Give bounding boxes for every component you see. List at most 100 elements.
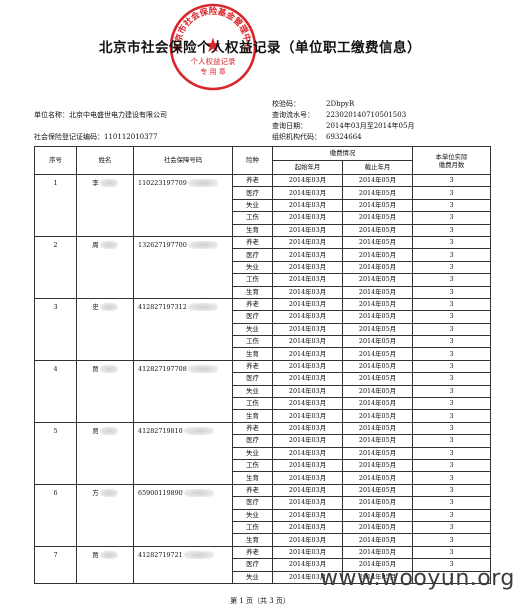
header-months-line2: 缴费月数 bbox=[438, 160, 465, 169]
cell-end: 2014年05月 bbox=[342, 211, 413, 225]
cell-months: 3 bbox=[412, 372, 491, 386]
cell-seq: 2 bbox=[34, 235, 77, 299]
cell-months: 3 bbox=[412, 520, 491, 535]
seal-line-2: 专 用 章 bbox=[200, 67, 225, 76]
cell-months: 3 bbox=[412, 533, 491, 547]
cell-start: 2014年03月 bbox=[272, 533, 343, 547]
org-code-row: 组织机构代码： 69324664 bbox=[272, 133, 362, 142]
cell-months: 3 bbox=[412, 359, 491, 374]
cell-name: 方 bbox=[76, 483, 134, 547]
cell-ssn-text: 412827197312 bbox=[138, 302, 187, 311]
cell-months: 3 bbox=[412, 273, 491, 287]
cell-type: 失业 bbox=[232, 260, 273, 275]
org-code-label: 组织机构代码： bbox=[272, 133, 321, 141]
cell-ssn-text: 65900119890 bbox=[138, 488, 183, 497]
cell-seq: 6 bbox=[34, 483, 77, 547]
cell-type: 工伤 bbox=[232, 335, 273, 349]
cell-name: 贾 bbox=[76, 421, 134, 485]
cell-end: 2014年05月 bbox=[342, 359, 413, 374]
check-code-label: 校验码： bbox=[272, 100, 300, 108]
cell-name: 贾 bbox=[76, 359, 134, 423]
cell-name-text: 贾 bbox=[92, 426, 99, 435]
cell-months: 3 bbox=[412, 335, 491, 349]
query-date-value: 2014年03月至2014年05月 bbox=[326, 122, 415, 130]
reg-code-label: 社会保险登记证编码： bbox=[34, 133, 104, 141]
cell-end: 2014年05月 bbox=[342, 421, 413, 436]
cell-months: 3 bbox=[412, 235, 491, 250]
redaction-blur bbox=[187, 179, 218, 187]
check-code-value: 2DhpyR bbox=[326, 100, 355, 108]
redaction-blur bbox=[99, 550, 118, 559]
cell-end: 2014年05月 bbox=[342, 235, 413, 250]
cell-name-text: 周 bbox=[92, 240, 99, 249]
cell-months: 3 bbox=[412, 211, 491, 225]
cell-type: 生育 bbox=[232, 533, 273, 547]
company-label: 单位名称： bbox=[34, 111, 69, 119]
cell-start: 2014年03月 bbox=[272, 397, 343, 411]
cell-type: 失业 bbox=[232, 570, 273, 584]
cell-end: 2014年05月 bbox=[342, 173, 413, 188]
company-row: 单位名称：北京中电盛世电力建设有限公司 bbox=[34, 111, 167, 120]
cell-end: 2014年05月 bbox=[342, 397, 413, 411]
cell-end: 2014年05月 bbox=[342, 285, 413, 299]
redaction-blur bbox=[187, 364, 218, 373]
cell-type: 养老 bbox=[232, 173, 273, 188]
cell-start: 2014年03月 bbox=[272, 297, 343, 312]
cell-name-text: 方 bbox=[92, 488, 99, 497]
cell-name-text: 李 bbox=[92, 179, 99, 187]
cell-end: 2014年05月 bbox=[342, 273, 413, 287]
cell-type: 生育 bbox=[232, 347, 273, 361]
cell-months: 3 bbox=[412, 173, 491, 188]
table-row: 2 周 132627197700 养老 2014年03月 2014年05月 3 bbox=[34, 235, 491, 299]
cell-ssn: 412827197708 bbox=[133, 359, 233, 423]
cell-months: 3 bbox=[412, 434, 491, 448]
cell-end: 2014年05月 bbox=[342, 186, 413, 200]
org-code-value: 69324664 bbox=[326, 133, 362, 141]
cell-ssn: 41282719721 bbox=[133, 545, 233, 584]
cell-name-text: 史 bbox=[92, 302, 99, 311]
cell-start: 2014年03月 bbox=[272, 310, 343, 324]
cell-type: 医疗 bbox=[232, 248, 273, 262]
cell-months: 3 bbox=[412, 198, 491, 213]
cell-start: 2014年03月 bbox=[272, 359, 343, 374]
page-footer: 第 1 页（共 3 页） bbox=[230, 597, 290, 605]
redaction-blur bbox=[183, 550, 214, 559]
cell-start: 2014年03月 bbox=[272, 211, 343, 225]
cell-months: 3 bbox=[412, 508, 491, 522]
check-code-row: 校验码： 2DhpyR bbox=[272, 100, 354, 109]
cell-end: 2014年05月 bbox=[342, 347, 413, 361]
cell-seq: 4 bbox=[34, 359, 77, 423]
redaction-blur bbox=[183, 426, 214, 435]
cell-start: 2014年03月 bbox=[272, 173, 343, 188]
cell-ssn-text: 132627197700 bbox=[138, 240, 187, 249]
cell-type: 失业 bbox=[232, 446, 273, 461]
cell-start: 2014年03月 bbox=[272, 260, 343, 275]
cell-seq: 5 bbox=[34, 421, 77, 485]
table-row: 4 贾 412827197708 养老 2014年03月 2014年05月 3 bbox=[34, 359, 491, 423]
header-months-line1: 本单位实际 bbox=[435, 152, 468, 161]
cell-start: 2014年03月 bbox=[272, 421, 343, 436]
header-type: 险种 bbox=[232, 146, 273, 175]
cell-name: 史 bbox=[76, 297, 134, 361]
header-name: 姓名 bbox=[76, 146, 134, 175]
cell-ssn-text: 412827197708 bbox=[138, 364, 187, 373]
seal-line-1: 个人权益记录 bbox=[191, 56, 236, 66]
header-status: 缴费情况 bbox=[272, 146, 413, 161]
cell-type: 生育 bbox=[232, 471, 273, 485]
cell-months: 3 bbox=[412, 297, 491, 312]
cell-type: 工伤 bbox=[232, 211, 273, 225]
table-body: 1 李 110223197709 养老 2014年03月 2014年05月 3 医疗 2014年… bbox=[34, 173, 491, 584]
watermark: www.wooyun.org bbox=[320, 566, 515, 591]
cell-type: 养老 bbox=[232, 545, 273, 560]
serial-label: 查询流水号： bbox=[272, 111, 314, 119]
redaction-blur bbox=[99, 302, 118, 311]
redaction-blur bbox=[99, 179, 118, 187]
cell-type: 失业 bbox=[232, 198, 273, 213]
cell-name: 周 bbox=[76, 235, 134, 299]
cell-start: 2014年03月 bbox=[272, 285, 343, 299]
contribution-table: 序号 姓名 社会保障号码 险种 缴费情况 本单位实际 缴费月数 起始年月 截止年… bbox=[34, 146, 491, 584]
cell-end: 2014年05月 bbox=[342, 545, 413, 560]
table-row: 6 方 65900119890 养老 2014年03月 2014年05月 3 bbox=[34, 483, 491, 547]
table-header: 序号 姓名 社会保障号码 险种 缴费情况 本单位实际 缴费月数 起始年月 截止年… bbox=[34, 146, 491, 175]
cell-start: 2014年03月 bbox=[272, 186, 343, 200]
